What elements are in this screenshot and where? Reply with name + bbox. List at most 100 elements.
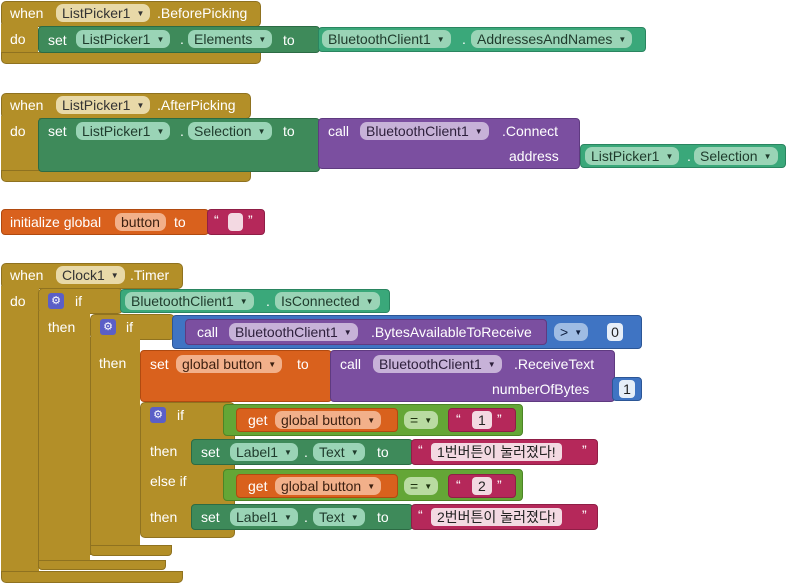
chevron-down-icon: ▼ xyxy=(367,482,376,492)
to-label: to xyxy=(283,123,295,139)
else-if-label: else if xyxy=(150,473,187,489)
chevron-down-icon: ▼ xyxy=(239,297,248,307)
to-label: to xyxy=(377,444,389,460)
set-label: set xyxy=(201,509,220,525)
component-dropdown[interactable]: Label1 ▼ xyxy=(230,508,298,526)
chevron-down-icon: ▼ xyxy=(574,328,583,338)
set-label: set xyxy=(150,356,169,372)
event-block-timer-foot xyxy=(1,571,183,583)
if-label: if xyxy=(126,319,133,335)
text-value-field[interactable]: 1번버튼이 눌러졌다! xyxy=(431,443,562,461)
property-dropdown[interactable]: AddressesAndNames ▼ xyxy=(471,30,633,48)
chevron-down-icon: ▼ xyxy=(258,35,267,45)
quote-close-icon: ” xyxy=(248,212,253,228)
property-dropdown[interactable]: Text ▼ xyxy=(313,443,365,461)
chevron-down-icon: ▼ xyxy=(343,328,352,338)
property-dropdown[interactable]: IsConnected ▼ xyxy=(275,292,380,310)
event-name: .Timer xyxy=(130,267,170,283)
chevron-down-icon: ▼ xyxy=(487,360,496,370)
chevron-down-icon: ▼ xyxy=(284,513,292,523)
quote-close-icon: ” xyxy=(582,507,587,523)
component-dropdown[interactable]: BluetoothClient1 ▼ xyxy=(125,292,254,310)
chevron-down-icon: ▼ xyxy=(156,35,165,45)
gear-icon[interactable]: ⚙ xyxy=(150,407,166,423)
text-value-field[interactable] xyxy=(228,213,243,231)
component-dropdown[interactable]: ListPicker1 ▼ xyxy=(76,122,171,140)
property-dropdown[interactable]: Selection ▼ xyxy=(694,147,778,165)
component-dropdown[interactable]: Clock1 ▼ xyxy=(56,266,125,284)
variable-name-field[interactable]: button xyxy=(115,213,166,231)
method-name: .ReceiveText xyxy=(514,356,595,372)
dot-label: . xyxy=(180,123,184,139)
operator-dropdown[interactable]: > ▼ xyxy=(554,323,589,341)
component-dropdown[interactable]: BluetoothClient1 ▼ xyxy=(322,30,451,48)
chevron-down-icon: ▼ xyxy=(665,152,674,162)
chevron-down-icon: ▼ xyxy=(618,35,627,45)
text-value-field[interactable]: 2번버튼이 눌러졌다! xyxy=(431,508,562,526)
if-block-inner-foot xyxy=(90,545,172,556)
variable-dropdown[interactable]: global button ▼ xyxy=(275,411,382,429)
operator-dropdown[interactable]: = ▼ xyxy=(404,477,439,495)
quote-close-icon: ” xyxy=(582,442,587,458)
when-label: when xyxy=(10,5,44,21)
chevron-down-icon: ▼ xyxy=(350,448,359,458)
param-label: numberOfBytes xyxy=(492,381,590,397)
number-field[interactable]: 1 xyxy=(619,380,635,398)
property-dropdown[interactable]: Elements ▼ xyxy=(188,30,273,48)
component-dropdown[interactable]: BluetoothClient1 ▼ xyxy=(360,122,489,140)
chevron-down-icon: ▼ xyxy=(136,9,145,19)
event-block-before-picking-foot xyxy=(1,52,261,64)
chevron-down-icon: ▼ xyxy=(424,482,433,492)
event-block-timer-spine xyxy=(1,286,39,574)
chevron-down-icon: ▼ xyxy=(424,416,433,426)
if-label: if xyxy=(75,293,82,309)
operator-dropdown[interactable]: = ▼ xyxy=(404,411,439,429)
chevron-down-icon: ▼ xyxy=(156,127,165,137)
when-label: when xyxy=(10,97,44,113)
call-label: call xyxy=(328,123,350,139)
do-label: do xyxy=(10,123,26,139)
to-label: to xyxy=(174,214,186,230)
set-label: set xyxy=(48,32,67,48)
component-dropdown[interactable]: ListPicker1 ▼ xyxy=(76,30,171,48)
chevron-down-icon: ▼ xyxy=(365,297,374,307)
component-dropdown[interactable]: BluetoothClient1 ▼ xyxy=(373,355,502,373)
call-label: call xyxy=(197,324,219,340)
variable-dropdown[interactable]: global button ▼ xyxy=(275,477,382,495)
quote-open-icon: “ xyxy=(418,507,423,523)
then-label: then xyxy=(99,355,127,371)
dot-label: . xyxy=(462,31,466,47)
init-label: initialize global xyxy=(10,214,102,230)
variable-dropdown[interactable]: global button ▼ xyxy=(176,355,283,373)
component-dropdown[interactable]: ListPicker1 ▼ xyxy=(56,4,151,22)
component-dropdown[interactable]: ListPicker1 ▼ xyxy=(585,147,680,165)
component-dropdown[interactable]: BluetoothClient1 ▼ xyxy=(229,323,358,341)
then-label: then xyxy=(48,319,76,335)
method-name: .Connect xyxy=(502,123,559,139)
gear-icon[interactable]: ⚙ xyxy=(100,319,116,335)
property-dropdown[interactable]: Selection ▼ xyxy=(188,122,272,140)
gear-icon[interactable]: ⚙ xyxy=(48,293,64,309)
component-dropdown[interactable]: ListPicker1 ▼ xyxy=(56,96,151,114)
set-label: set xyxy=(201,444,220,460)
component-dropdown[interactable]: Label1 ▼ xyxy=(230,443,298,461)
chevron-down-icon: ▼ xyxy=(436,35,445,45)
chevron-down-icon: ▼ xyxy=(474,127,483,137)
dot-label: . xyxy=(687,148,691,164)
quote-open-icon: “ xyxy=(456,477,461,493)
chevron-down-icon: ▼ xyxy=(136,101,145,111)
to-label: to xyxy=(297,356,309,372)
property-dropdown[interactable]: Text ▼ xyxy=(313,508,365,526)
number-field[interactable]: 0 xyxy=(607,323,623,341)
dot-label: . xyxy=(304,444,308,460)
text-value-field[interactable]: 1 xyxy=(472,411,492,429)
quote-open-icon: “ xyxy=(456,411,461,427)
method-name: .BytesAvailableToReceive xyxy=(371,324,532,340)
text-value-field[interactable]: 2 xyxy=(472,477,492,495)
chevron-down-icon: ▼ xyxy=(257,127,266,137)
get-label: get xyxy=(248,478,268,494)
dot-label: . xyxy=(266,293,270,309)
quote-close-icon: ” xyxy=(497,411,502,427)
if-block-outer-spine xyxy=(38,311,90,568)
event-name: .AfterPicking xyxy=(157,97,236,113)
